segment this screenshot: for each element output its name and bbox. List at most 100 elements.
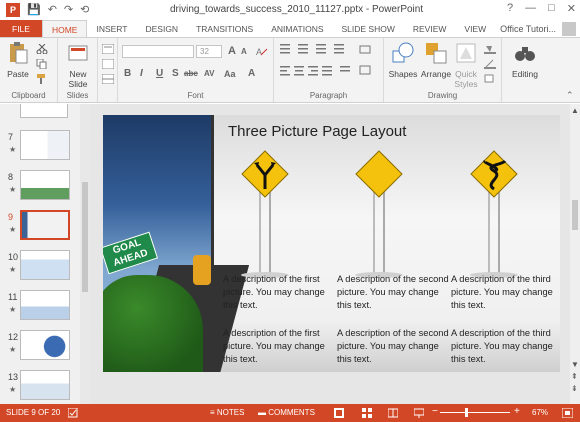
- tab-insert[interactable]: INSERT: [87, 20, 136, 38]
- font-name-combo[interactable]: [122, 45, 194, 58]
- thumbnail-scrollbar-thumb[interactable]: [82, 182, 88, 292]
- reset-icon[interactable]: [102, 59, 114, 69]
- fit-to-window-icon[interactable]: [562, 408, 573, 418]
- fork-road-sign-icon[interactable]: [240, 149, 290, 279]
- notes-button[interactable]: ≡ NOTES: [210, 408, 244, 417]
- copy-icon[interactable]: [36, 59, 48, 69]
- description-1-top[interactable]: A description of the first picture. You …: [223, 273, 335, 312]
- redo-icon[interactable]: ↷: [64, 4, 73, 16]
- zoom-out-button[interactable]: −: [432, 406, 438, 417]
- grow-font-button[interactable]: A: [228, 45, 236, 57]
- thumbnail-scrollbar[interactable]: [80, 104, 90, 404]
- winding-road-sign-icon[interactable]: [469, 149, 519, 279]
- thumbnail-partial[interactable]: [20, 104, 68, 118]
- thumbnail-10[interactable]: 10 ★: [4, 250, 70, 284]
- scroll-down-icon[interactable]: ▼: [571, 360, 579, 369]
- new-slide-icon: [68, 45, 88, 61]
- paste-button[interactable]: Paste: [4, 41, 32, 79]
- ribbon: Paste Clipboard New Slide Slides 32 A A …: [0, 37, 580, 103]
- clear-formatting-icon[interactable]: A: [256, 46, 268, 56]
- shapes-button[interactable]: Shapes: [388, 41, 418, 79]
- minimize-button[interactable]: —: [525, 2, 536, 15]
- character-spacing-button[interactable]: AV: [204, 69, 215, 78]
- cut-icon[interactable]: [36, 44, 48, 54]
- zoom-slider-track[interactable]: [440, 412, 510, 413]
- next-slide-icon[interactable]: ⇟: [571, 384, 578, 393]
- maximize-button[interactable]: □: [548, 2, 555, 15]
- undo-icon[interactable]: ↶: [48, 4, 57, 16]
- drawing-group: Shapes Arrange Quick Styles Drawing: [384, 38, 502, 102]
- slide-layout-tools: [98, 38, 118, 102]
- slide-title[interactable]: Three Picture Page Layout: [228, 123, 406, 140]
- description-3-top[interactable]: A description of the third picture. You …: [451, 273, 560, 312]
- tab-animations[interactable]: ANIMATIONS: [262, 20, 332, 38]
- description-2-bottom[interactable]: A description of the second picture. You…: [337, 327, 449, 366]
- user-account-name[interactable]: Office Tutori...: [500, 24, 556, 34]
- clipboard-group: Paste Clipboard: [0, 38, 58, 102]
- previous-slide-icon[interactable]: ⇞: [571, 372, 578, 381]
- change-case-button[interactable]: Aa: [224, 69, 236, 79]
- road-photo[interactable]: GOAL AHEAD: [103, 115, 250, 372]
- shadow-button[interactable]: S: [172, 68, 179, 79]
- spell-check-icon[interactable]: [68, 408, 78, 418]
- shrink-font-button[interactable]: A: [241, 47, 247, 56]
- format-painter-icon[interactable]: [36, 74, 48, 84]
- zoom-in-button[interactable]: +: [514, 406, 520, 417]
- thumbnail-11[interactable]: 11 ★: [4, 290, 70, 324]
- help-button[interactable]: ?: [507, 2, 513, 15]
- save-icon[interactable]: 💾: [27, 4, 41, 16]
- slide-scrollbar[interactable]: ▲ ▼ ⇞ ⇟: [570, 104, 580, 404]
- layout-icon[interactable]: [102, 44, 114, 54]
- zoom-level[interactable]: 67%: [532, 408, 548, 417]
- title-bar: P 💾 ↶ ↷ ⟲ driving_towards_success_2010_1…: [0, 0, 580, 20]
- slide-canvas[interactable]: GOAL AHEAD Three Picture Page Layout A d…: [103, 115, 560, 372]
- tab-design[interactable]: DESIGN: [136, 20, 187, 38]
- editing-button[interactable]: Editing: [508, 41, 542, 79]
- ribbon-tabs: FILE HOME INSERT DESIGN TRANSITIONS ANIM…: [0, 20, 580, 38]
- section-icon[interactable]: [102, 74, 114, 84]
- start-from-beginning-icon[interactable]: ⟲: [80, 4, 89, 16]
- scroll-up-icon[interactable]: ▲: [571, 106, 579, 115]
- shape-outline-icon[interactable]: [484, 59, 496, 69]
- strikethrough-button[interactable]: abc: [184, 69, 198, 78]
- slide-scrollbar-thumb[interactable]: [572, 200, 578, 230]
- tab-slide-show[interactable]: SLIDE SHOW: [333, 20, 404, 38]
- arrange-button[interactable]: Arrange: [420, 41, 452, 79]
- collapse-ribbon-icon[interactable]: ⌃: [566, 90, 574, 101]
- thumbnail-12[interactable]: 12 ★: [4, 330, 70, 364]
- shape-fill-icon[interactable]: [484, 44, 496, 54]
- tab-review[interactable]: REVIEW: [404, 20, 456, 38]
- comments-button[interactable]: ▬ COMMENTS: [258, 408, 315, 417]
- font-color-button[interactable]: A: [248, 68, 255, 79]
- slide-sorter-icon[interactable]: [362, 408, 372, 418]
- underline-button[interactable]: U: [156, 68, 163, 79]
- tab-home[interactable]: HOME: [41, 20, 88, 38]
- thumbnail-7[interactable]: 7 ★: [4, 130, 70, 164]
- new-slide-button[interactable]: New Slide: [62, 41, 94, 89]
- thumbnail-8[interactable]: 8 ★: [4, 170, 70, 204]
- zoom-slider-handle[interactable]: [465, 408, 468, 417]
- user-avatar[interactable]: [562, 22, 576, 36]
- reading-view-icon[interactable]: [388, 408, 398, 418]
- quick-styles-button[interactable]: Quick Styles: [452, 41, 480, 89]
- font-size-combo[interactable]: 32: [196, 45, 222, 58]
- italic-button[interactable]: I: [140, 68, 143, 79]
- shape-effects-icon[interactable]: [484, 74, 496, 84]
- tab-transitions[interactable]: TRANSITIONS: [187, 20, 262, 38]
- tab-view[interactable]: VIEW: [455, 20, 495, 38]
- thumbnail-9[interactable]: 9 ★: [4, 210, 70, 244]
- slide-show-icon[interactable]: [414, 408, 424, 418]
- font-group: 32 A A A B I U S abc AV Aa A Font: [118, 38, 274, 102]
- thumbnail-13[interactable]: 13 ★: [4, 370, 70, 404]
- paste-icon: [10, 42, 28, 64]
- description-2-top[interactable]: A description of the second picture. You…: [337, 273, 449, 312]
- normal-view-icon[interactable]: [334, 408, 344, 418]
- description-1-bottom[interactable]: A description of the first picture. You …: [223, 327, 335, 366]
- close-button[interactable]: ✕: [567, 2, 576, 15]
- paragraph-icons[interactable]: [280, 44, 378, 84]
- tab-file[interactable]: FILE: [0, 20, 42, 38]
- blank-road-sign-icon[interactable]: [354, 149, 404, 279]
- quick-styles-icon: [456, 43, 476, 63]
- bold-button[interactable]: B: [124, 68, 131, 79]
- description-3-bottom[interactable]: A description of the third picture. You …: [451, 327, 560, 366]
